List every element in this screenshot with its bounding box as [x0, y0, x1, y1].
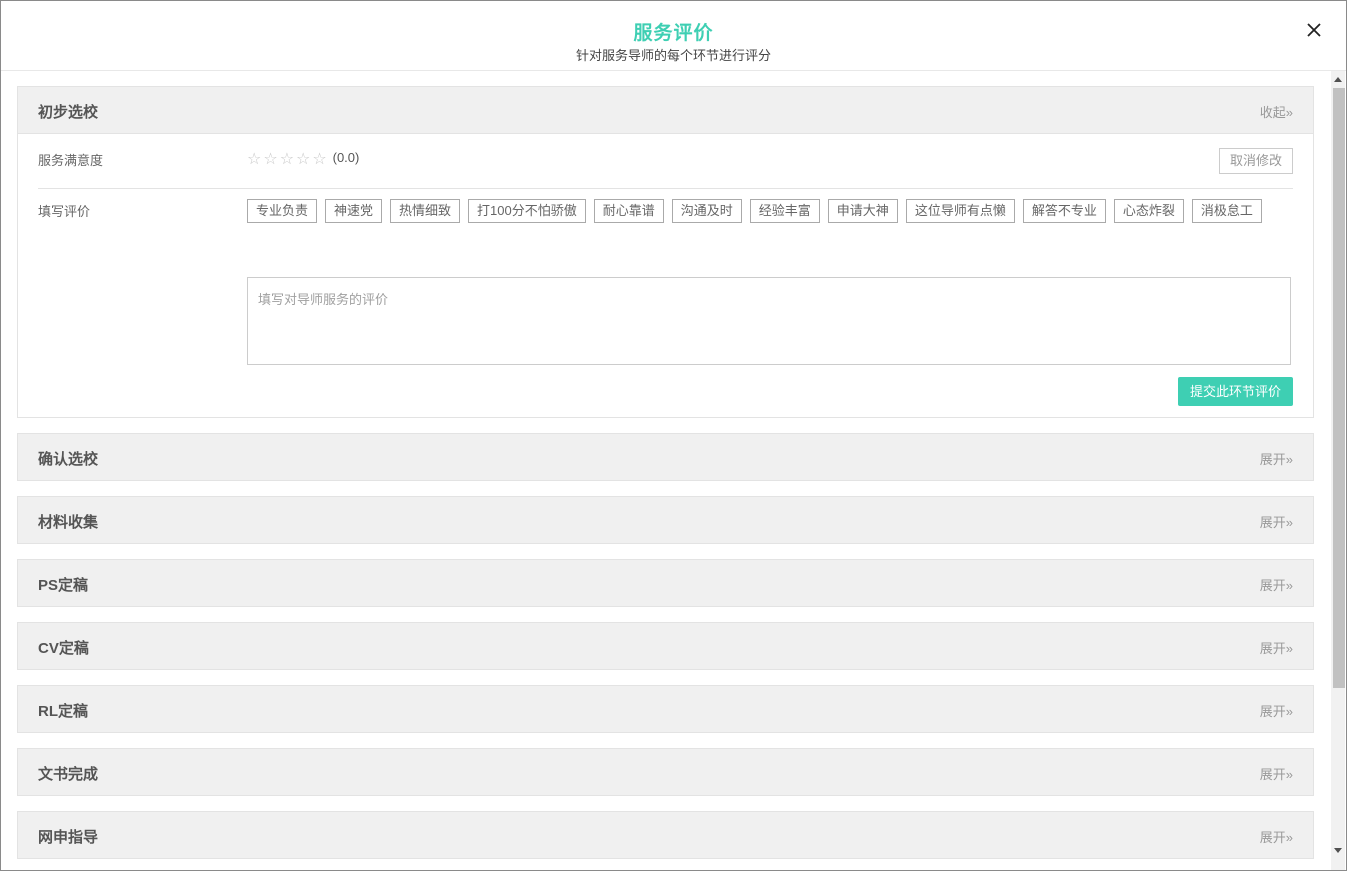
comment-input[interactable] [247, 277, 1291, 365]
scrollbar-thumb[interactable] [1333, 88, 1345, 688]
expand-toggle[interactable]: 展开» [1260, 701, 1293, 720]
section-title: 初步选校 [38, 104, 99, 121]
divider [38, 188, 1293, 189]
review-tag[interactable]: 打100分不怕骄傲 [468, 199, 586, 223]
section-header[interactable]: 网申指导 展开» [18, 812, 1313, 858]
expand-toggle[interactable]: 展开» [1260, 827, 1293, 846]
section-title: RL定稿 [38, 703, 88, 720]
review-tags: 专业负责 神速党 热情细致 打100分不怕骄傲 耐心靠谱 沟通及时 经验丰富 申请大神 这位导师… [247, 199, 1277, 233]
section-title: 材料收集 [38, 514, 99, 531]
expand-toggle[interactable]: 展开» [1260, 512, 1293, 531]
star-icon[interactable]: ☆ [247, 149, 261, 169]
section-cv-final: CV定稿 展开» [17, 622, 1314, 670]
section-header[interactable]: 初步选校 收起» [18, 87, 1313, 133]
section-header[interactable]: CV定稿 展开» [18, 623, 1313, 669]
star-icon[interactable]: ☆ [296, 149, 310, 169]
expand-toggle[interactable]: 展开» [1260, 449, 1293, 468]
section-title: 文书完成 [38, 766, 99, 783]
star-icon[interactable]: ☆ [312, 149, 326, 169]
section-rl-final: RL定稿 展开» [17, 685, 1314, 733]
section-ps-final: PS定稿 展开» [17, 559, 1314, 607]
cancel-edit-button[interactable]: 取消修改 [1218, 148, 1293, 174]
star-icon[interactable]: ☆ [280, 149, 294, 169]
section-documents-complete: 文书完成 展开» [17, 748, 1314, 796]
review-tag[interactable]: 神速党 [325, 199, 383, 223]
scroll-up-icon[interactable] [1334, 77, 1342, 82]
review-tag[interactable]: 经验丰富 [749, 199, 820, 223]
section-confirm-school-selection: 确认选校 展开» [17, 433, 1314, 481]
review-tag[interactable]: 专业负责 [247, 199, 318, 223]
submit-review-button[interactable]: 提交此环节评价 [1177, 377, 1293, 406]
review-tag[interactable]: 热情细致 [390, 199, 461, 223]
dialog-subtitle: 针对服务导师的每个环节进行评分 [575, 48, 771, 63]
section-header[interactable]: 确认选校 展开» [18, 434, 1313, 480]
section-header[interactable]: 文书完成 展开» [18, 749, 1313, 795]
satisfaction-label: 服务满意度 [38, 153, 104, 168]
section-initial-school-selection: 初步选校 收起» 服务满意度 ☆ ☆ ☆ ☆ ☆ (0.0) 取消修改 填写评价 专业负… [17, 86, 1314, 418]
review-tag[interactable]: 这位导师有点懒 [905, 199, 1015, 223]
review-tag[interactable]: 申请大神 [827, 199, 898, 223]
dialog-title: 服务评价 [633, 23, 714, 44]
vertical-scrollbar[interactable] [1331, 71, 1345, 870]
close-icon[interactable] [1304, 20, 1324, 40]
review-label: 填写评价 [38, 204, 91, 219]
star-rating[interactable]: ☆ ☆ ☆ ☆ ☆ (0.0) [247, 149, 359, 169]
expand-toggle[interactable]: 展开» [1260, 764, 1293, 783]
expand-toggle[interactable]: 展开» [1260, 638, 1293, 657]
section-header[interactable]: 材料收集 展开» [18, 497, 1313, 543]
section-material-collection: 材料收集 展开» [17, 496, 1314, 544]
section-title: 确认选校 [38, 451, 99, 468]
section-header[interactable]: RL定稿 展开» [18, 686, 1313, 732]
sections-scroll-area[interactable]: 初步选校 收起» 服务满意度 ☆ ☆ ☆ ☆ ☆ (0.0) 取消修改 填写评价 专业负… [1, 71, 1329, 870]
scroll-down-icon[interactable] [1334, 848, 1342, 853]
collapse-toggle[interactable]: 收起» [1260, 102, 1293, 121]
review-tag[interactable]: 解答不专业 [1022, 199, 1106, 223]
dialog-header: 服务评价 针对服务导师的每个环节进行评分 [1, 1, 1346, 71]
section-body: 服务满意度 ☆ ☆ ☆ ☆ ☆ (0.0) 取消修改 填写评价 专业负责 神速党 热情细致打… [18, 133, 1313, 417]
star-icon[interactable]: ☆ [263, 149, 277, 169]
section-title: CV定稿 [38, 640, 89, 657]
service-review-dialog: 服务评价 针对服务导师的每个环节进行评分 初步选校 收起» 服务满意度 ☆ ☆ ☆ ☆… [0, 0, 1347, 871]
section-title: 网申指导 [38, 829, 99, 846]
expand-toggle[interactable]: 展开» [1260, 575, 1293, 594]
section-online-application: 网申指导 展开» [17, 811, 1314, 859]
section-header[interactable]: PS定稿 展开» [18, 560, 1313, 606]
section-title: PS定稿 [38, 577, 89, 594]
review-tag[interactable]: 消极怠工 [1191, 199, 1262, 223]
rating-score: (0.0) [332, 150, 360, 165]
review-tag[interactable]: 耐心靠谱 [593, 199, 664, 223]
review-tag[interactable]: 沟通及时 [671, 199, 742, 223]
review-tag[interactable]: 心态炸裂 [1113, 199, 1184, 223]
